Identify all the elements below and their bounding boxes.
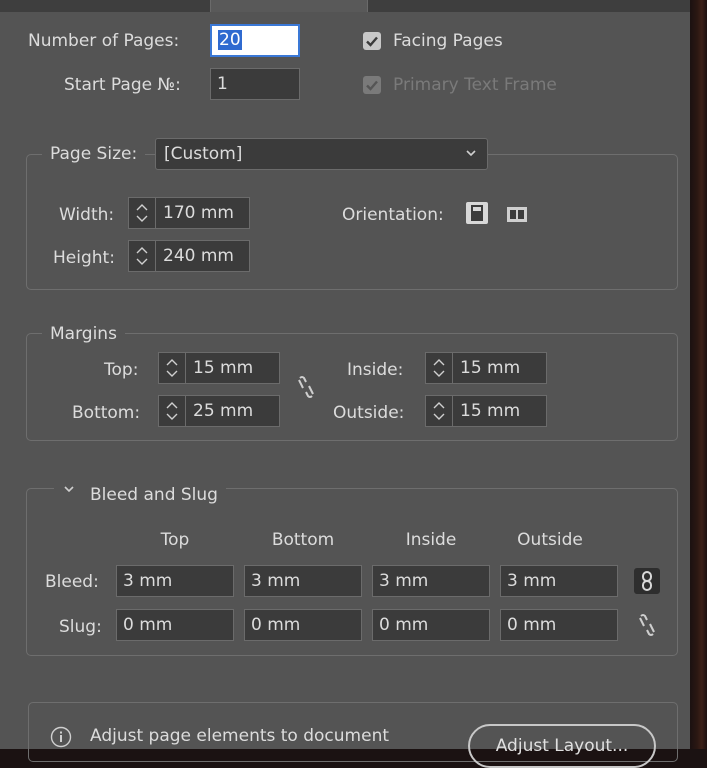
- slug-outside-value: 0 mm: [507, 615, 557, 635]
- broken-chain-icon: [298, 376, 314, 398]
- bleed-bottom-input[interactable]: 3 mm: [244, 565, 362, 597]
- slug-bottom-input[interactable]: 0 mm: [244, 609, 362, 641]
- slug-label: Slug:: [59, 617, 102, 637]
- slug-bottom-value: 0 mm: [251, 615, 301, 635]
- margin-outside-input[interactable]: 15 mm: [425, 395, 547, 427]
- orientation-label: Orientation:: [342, 205, 444, 225]
- bleed-link-button[interactable]: [634, 568, 660, 594]
- slug-outside-input[interactable]: 0 mm: [500, 609, 618, 641]
- facing-pages-label: Facing Pages: [393, 31, 503, 51]
- margin-bottom-spinner[interactable]: [159, 396, 186, 426]
- background-edge: [690, 0, 707, 749]
- width-spinner[interactable]: [129, 198, 156, 228]
- chevron-down-icon: [465, 139, 477, 179]
- number-of-pages-label: Number of Pages:: [28, 31, 180, 51]
- bleed-top-input[interactable]: 3 mm: [116, 565, 234, 597]
- margin-outside-spinner[interactable]: [426, 396, 453, 426]
- width-input[interactable]: 170 mm: [128, 197, 250, 229]
- stepper-icon: [166, 402, 178, 420]
- margin-inside-label: Inside:: [347, 360, 404, 380]
- bleed-label: Bleed:: [45, 572, 99, 592]
- margin-bottom-input[interactable]: 25 mm: [158, 395, 280, 427]
- bleed-top-value: 3 mm: [123, 571, 173, 591]
- landscape-orientation-icon: [507, 207, 527, 222]
- margin-bottom-label: Bottom:: [72, 403, 141, 423]
- stepper-icon: [433, 402, 445, 420]
- column-header-bottom: Bottom: [271, 530, 335, 550]
- margin-inside-input[interactable]: 15 mm: [425, 352, 547, 384]
- facing-pages-checkbox[interactable]: [363, 32, 381, 50]
- bleed-outside-value: 3 mm: [507, 571, 557, 591]
- portrait-orientation-button[interactable]: [466, 202, 488, 224]
- margin-top-value: 15 mm: [193, 358, 254, 378]
- margin-outside-label: Outside:: [333, 403, 405, 423]
- margin-inside-spinner[interactable]: [426, 353, 453, 383]
- margins-group: [26, 333, 678, 441]
- document-setup-panel: Number of Pages: 20 Start Page №: 1 Faci…: [0, 0, 690, 768]
- start-page-label: Start Page №:: [64, 75, 181, 95]
- slug-top-value: 0 mm: [123, 615, 173, 635]
- margin-top-input[interactable]: 15 mm: [158, 352, 280, 384]
- panel-top-strip: [0, 0, 690, 12]
- primary-text-frame-label: Primary Text Frame: [393, 75, 557, 95]
- page-size-legend: Page Size:: [42, 143, 146, 165]
- chevron-down-icon: [62, 478, 76, 506]
- bleed-inside-input[interactable]: 3 mm: [372, 565, 490, 597]
- start-page-input[interactable]: 1: [210, 68, 300, 100]
- checkmark-icon: [366, 36, 378, 47]
- adjust-layout-button[interactable]: Adjust Layout...: [468, 724, 656, 768]
- column-header-outside: Outside: [517, 530, 583, 550]
- chain-link-icon: [642, 571, 652, 591]
- start-page-value: 1: [217, 74, 228, 94]
- width-value: 170 mm: [163, 203, 234, 223]
- bleed-inside-value: 3 mm: [379, 571, 429, 591]
- number-of-pages-value: 20: [218, 30, 242, 50]
- stepper-icon: [136, 204, 148, 222]
- height-input[interactable]: 240 mm: [128, 240, 250, 272]
- portrait-orientation-icon: [467, 203, 487, 223]
- width-label: Width:: [59, 205, 115, 225]
- margin-outside-value: 15 mm: [460, 401, 521, 421]
- landscape-orientation-button[interactable]: [506, 203, 528, 225]
- height-value: 240 mm: [163, 246, 234, 266]
- broken-chain-icon: [639, 614, 655, 636]
- margin-inside-value: 15 mm: [460, 358, 521, 378]
- page-size-dropdown[interactable]: [Custom]: [155, 138, 488, 170]
- margin-top-label: Top:: [104, 360, 139, 380]
- slug-top-input[interactable]: 0 mm: [116, 609, 234, 641]
- margin-top-spinner[interactable]: [159, 353, 186, 383]
- slug-inside-value: 0 mm: [379, 615, 429, 635]
- bleed-slug-label: Bleed and Slug: [90, 485, 218, 505]
- page-size-label: Page Size:: [50, 144, 138, 164]
- checkmark-icon: [366, 80, 378, 91]
- margins-link-button[interactable]: [294, 374, 318, 400]
- page-size-selected: [Custom]: [164, 144, 243, 164]
- stepper-icon: [433, 359, 445, 377]
- height-label: Height:: [53, 248, 115, 268]
- stepper-icon: [136, 247, 148, 265]
- margin-bottom-value: 25 mm: [193, 401, 254, 421]
- primary-text-frame-checkbox[interactable]: [363, 76, 381, 94]
- column-header-top: Top: [160, 530, 190, 550]
- slug-inside-input[interactable]: 0 mm: [372, 609, 490, 641]
- info-icon: [50, 726, 72, 748]
- stepper-icon: [166, 359, 178, 377]
- bleed-outside-input[interactable]: 3 mm: [500, 565, 618, 597]
- bleed-slug-legend[interactable]: Bleed and Slug: [54, 478, 226, 506]
- number-of-pages-input[interactable]: 20: [210, 24, 300, 57]
- slug-link-button[interactable]: [635, 612, 659, 638]
- adjust-layout-info-text: Adjust page elements to document: [90, 726, 390, 746]
- height-spinner[interactable]: [129, 241, 156, 271]
- panel-tab-edge: [210, 0, 368, 12]
- bleed-bottom-value: 3 mm: [251, 571, 301, 591]
- column-header-inside: Inside: [405, 530, 457, 550]
- margins-legend: Margins: [42, 323, 125, 345]
